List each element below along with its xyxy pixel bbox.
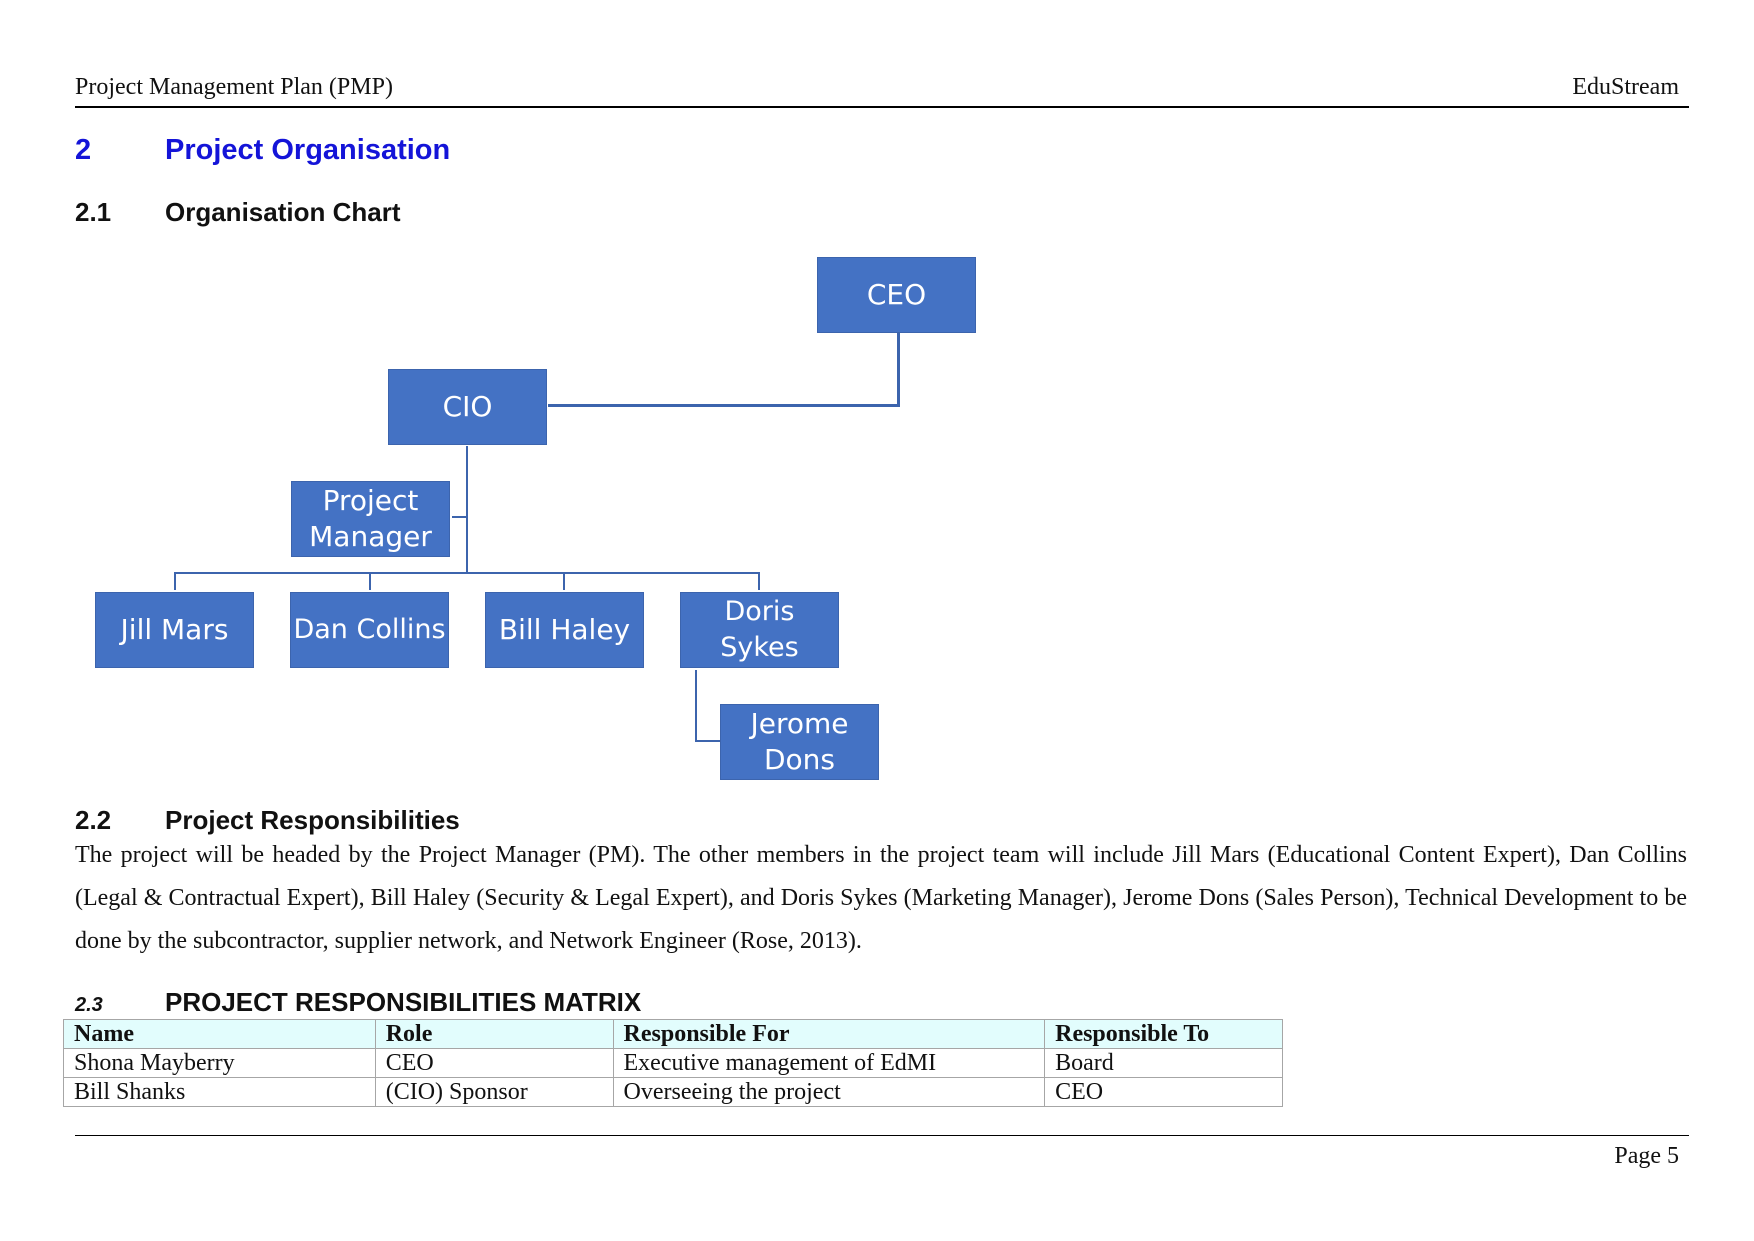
organisation-chart: CEO CIO Project Manager Jill Mars Dan Co… (0, 0, 1754, 800)
connector-cio-down (466, 446, 468, 573)
page-number: Page 5 (1614, 1143, 1679, 1169)
subsection-number: 2.2 (75, 805, 112, 835)
page-header: Project Management Plan (PMP) EduStream (75, 74, 1689, 108)
section-number: 2 (75, 134, 92, 166)
cell-responsible-to: Board (1044, 1048, 1283, 1078)
cell-name: Shona Mayberry (63, 1048, 376, 1078)
table-row: Bill Shanks (CIO) Sponsor Overseeing the… (63, 1077, 1283, 1107)
org-node-jerome-dons[interactable]: Jerome Dons (720, 704, 879, 780)
cell-name: Bill Shanks (63, 1077, 376, 1107)
connector-jill (174, 572, 176, 590)
column-header-name: Name (63, 1019, 376, 1049)
org-node-cio[interactable]: CIO (388, 369, 547, 445)
table-row: Shona Mayberry CEO Executive management … (63, 1048, 1283, 1078)
org-node-project-manager[interactable]: Project Manager (291, 481, 450, 557)
cell-role: CEO (374, 1048, 614, 1078)
subsection-heading-matrix: 2.3 PROJECT RESPONSIBILITIES MATRIX (75, 987, 641, 1018)
connector-jerome (695, 740, 720, 742)
org-node-ceo[interactable]: CEO (817, 257, 976, 333)
connector-staff-bar (174, 572, 760, 574)
cell-role: (CIO) Sponsor (374, 1077, 614, 1107)
cell-responsible-to: CEO (1044, 1077, 1283, 1107)
subsection-number: 2.1 (75, 197, 112, 227)
company-name: EduStream (1572, 74, 1679, 100)
cell-responsible-for: Overseeing the project (612, 1077, 1046, 1107)
cell-responsible-for: Executive management of EdMI (612, 1048, 1046, 1078)
org-node-bill-haley[interactable]: Bill Haley (485, 592, 644, 668)
footer-divider (75, 1135, 1689, 1136)
column-header-role: Role (374, 1019, 614, 1049)
subsection-title: Organisation Chart (165, 197, 401, 227)
connector-ceo-down (897, 333, 900, 406)
subsection-heading-org-chart: 2.1 Organisation Chart (75, 197, 400, 228)
connector-pm (452, 516, 467, 518)
org-node-jill-mars[interactable]: Jill Mars (95, 592, 254, 668)
responsibilities-paragraph: The project will be headed by the Projec… (75, 842, 1687, 954)
subsection-title: Project Responsibilities (165, 805, 460, 835)
connector-doris-down (695, 670, 697, 742)
responsibilities-matrix-table: Name Role Responsible For Responsible To… (63, 1019, 1283, 1107)
section-heading: 2 Project Organisation (75, 134, 450, 167)
org-node-doris-sykes[interactable]: Doris Sykes (680, 592, 839, 668)
column-header-responsible-for: Responsible For (612, 1019, 1046, 1049)
subsection-number: 2.3 (75, 994, 103, 1016)
subsection-title: PROJECT RESPONSIBILITIES MATRIX (165, 987, 642, 1017)
connector-dan (369, 572, 371, 590)
column-header-responsible-to: Responsible To (1044, 1019, 1283, 1049)
org-node-dan-collins[interactable]: Dan Collins (290, 592, 449, 668)
document-title: Project Management Plan (PMP) (75, 74, 393, 100)
connector-doris (758, 572, 760, 590)
table-header-row: Name Role Responsible For Responsible To (63, 1019, 1283, 1049)
subsection-heading-responsibilities: 2.2 Project Responsibilities (75, 805, 460, 836)
section-title: Project Organisation (165, 134, 451, 166)
connector-cio-ceo (548, 404, 900, 407)
connector-bill (563, 572, 565, 590)
